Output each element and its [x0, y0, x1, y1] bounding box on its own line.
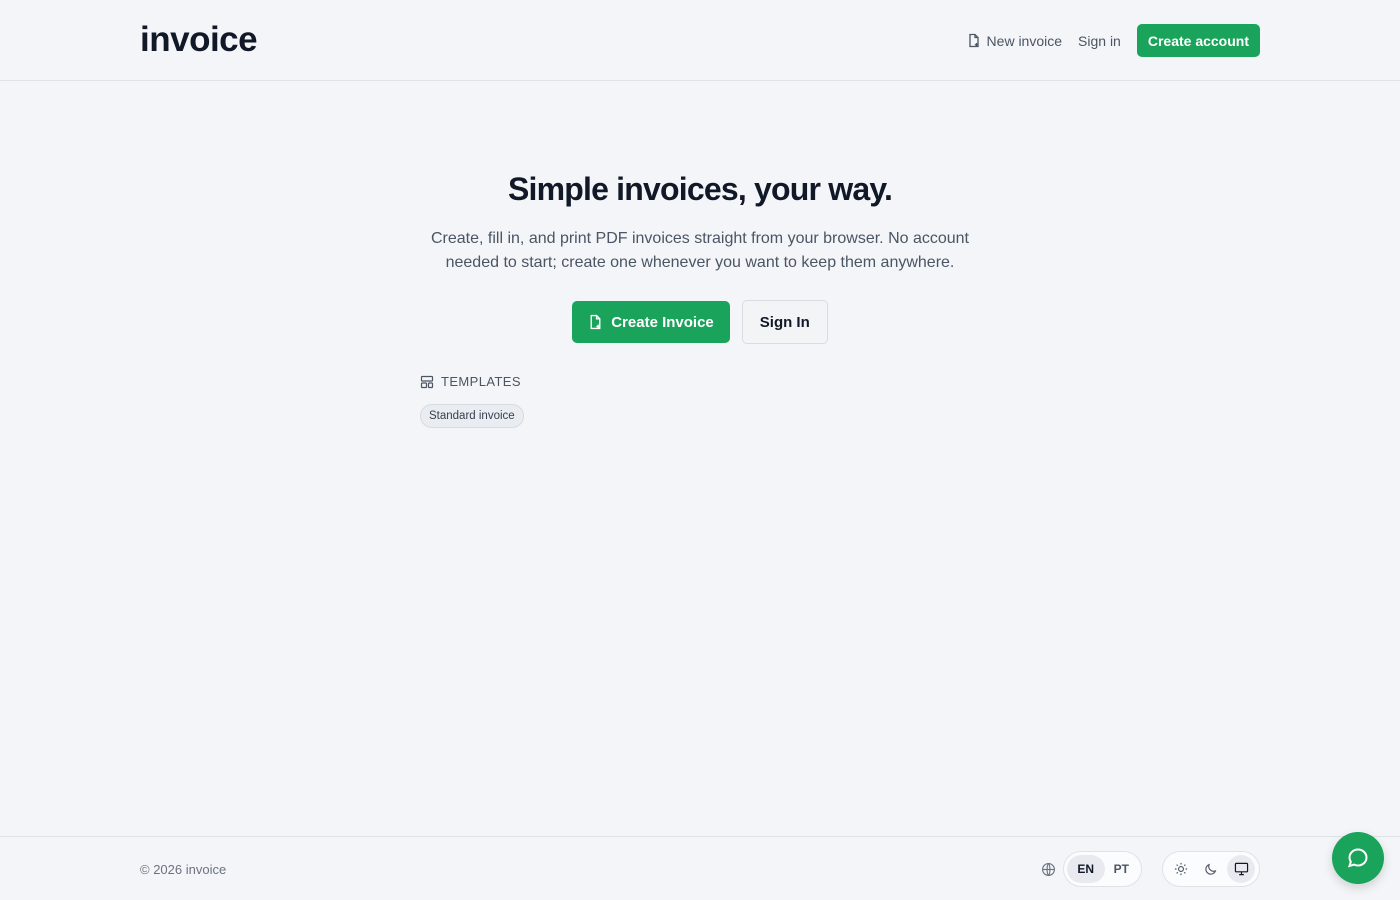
- templates-heading: TEMPLATES: [420, 374, 524, 389]
- templates-section: TEMPLATES Standard invoice: [420, 374, 524, 428]
- chat-button[interactable]: [1332, 832, 1384, 884]
- new-invoice-link[interactable]: New invoice: [967, 33, 1062, 49]
- light-theme-button[interactable]: [1167, 855, 1195, 883]
- hero-sign-in-button[interactable]: Sign In: [741, 300, 828, 344]
- site-footer: © 2026 invoice EN PT: [0, 836, 1400, 900]
- dark-theme-button[interactable]: [1197, 855, 1225, 883]
- hero-subtitle: Create, fill in, and print PDF invoices …: [431, 230, 969, 271]
- language-pt-button[interactable]: PT: [1105, 855, 1138, 883]
- templates-heading-label: TEMPLATES: [441, 374, 521, 389]
- monitor-icon: [1234, 862, 1248, 876]
- theme-switcher: [1162, 851, 1260, 887]
- create-account-button[interactable]: Create account: [1136, 24, 1260, 57]
- language-en-button[interactable]: EN: [1066, 855, 1105, 883]
- file-plus-icon: [968, 33, 979, 48]
- site-header: invoice New invoice Sign in Create accou…: [0, 0, 1400, 81]
- moon-icon: [1205, 863, 1217, 875]
- layout-icon: [420, 375, 434, 388]
- create-invoice-label: Create Invoice: [611, 313, 714, 331]
- create-invoice-button[interactable]: Create Invoice: [572, 301, 730, 343]
- chat-bubble-icon: [1347, 848, 1368, 868]
- language-switcher: EN PT: [1062, 851, 1142, 887]
- hero-actions: Create Invoice Sign In: [0, 300, 1400, 344]
- globe-icon: [1041, 862, 1056, 877]
- copyright-text: © 2026 invoice: [140, 862, 227, 877]
- footer-controls: EN PT: [1041, 851, 1260, 887]
- new-invoice-label: New invoice: [986, 32, 1063, 49]
- template-chip-standard-invoice[interactable]: Standard invoice: [420, 404, 524, 428]
- sun-icon: [1174, 862, 1188, 876]
- hero-section: Simple invoices, your way. Create, fill …: [0, 170, 1400, 344]
- hero-title: Simple invoices, your way.: [507, 171, 893, 207]
- system-theme-button[interactable]: [1227, 855, 1255, 883]
- sign-in-link[interactable]: Sign in: [1078, 33, 1121, 49]
- file-plus-icon: [590, 314, 601, 330]
- top-nav: New invoice Sign in Create account: [967, 24, 1260, 57]
- brand-logo[interactable]: invoice: [140, 19, 258, 61]
